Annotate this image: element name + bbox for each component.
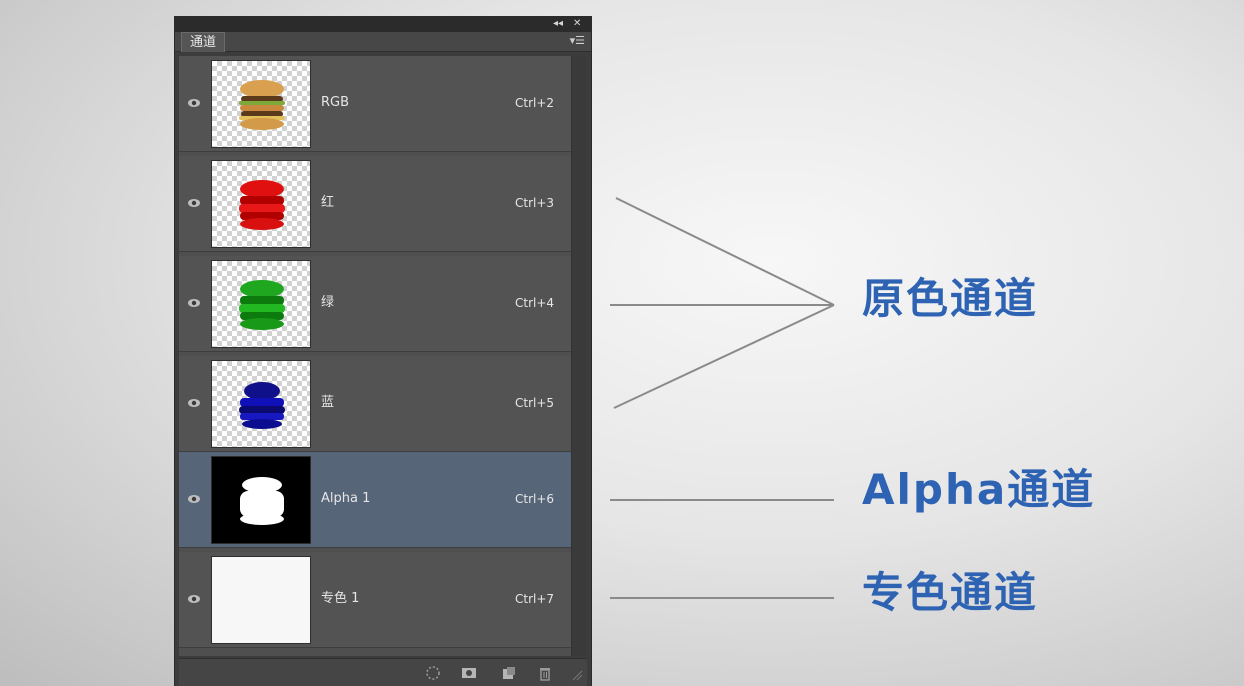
channel-row-alpha[interactable]: Alpha 1 Ctrl+6 [179, 452, 571, 548]
save-selection-icon[interactable] [461, 665, 477, 681]
channel-list: RGB Ctrl+2 红 Ctrl+3 绿 Ctrl+4 蓝 Ctrl+5 Al… [179, 56, 571, 656]
burger-image [239, 80, 285, 130]
load-selection-icon[interactable] [425, 665, 441, 681]
annotation-alpha-channel: Alpha通道 [862, 465, 1096, 514]
annotation-primary-channels: 原色通道 [862, 274, 1039, 323]
new-channel-icon[interactable] [501, 665, 517, 681]
channel-list-scrollbar[interactable] [571, 56, 585, 656]
channel-row-green[interactable]: 绿 Ctrl+4 [179, 256, 571, 352]
annotation-spot-channel: 专色通道 [862, 568, 1039, 617]
channel-row-spot[interactable]: 专色 1 Ctrl+7 [179, 552, 571, 648]
eye-icon[interactable] [187, 396, 201, 410]
eye-icon[interactable] [187, 196, 201, 210]
burger-blue-image [239, 382, 285, 429]
channel-shortcut: Ctrl+2 [515, 96, 555, 110]
channel-name: 绿 [321, 295, 335, 310]
channel-thumbnail-spot [211, 556, 311, 644]
channel-shortcut: Ctrl+7 [515, 592, 555, 606]
channel-thumbnail-blue [211, 360, 311, 448]
resize-grip-icon[interactable] [571, 669, 583, 681]
channel-name: 红 [321, 195, 335, 210]
channel-row-red[interactable]: 红 Ctrl+3 [179, 156, 571, 252]
double-chevron-left-icon[interactable]: ◂◂ [553, 17, 563, 31]
panel-footer [179, 658, 587, 686]
channel-name: Alpha 1 [321, 491, 371, 506]
channels-panel: ◂◂ ✕ 通道 ▾☰ RGB Ctrl+2 红 Ctrl+3 绿 Ctrl+4 … [174, 16, 592, 686]
channel-thumbnail-alpha [211, 456, 311, 544]
panel-tab-bar: 通道 ▾☰ [175, 32, 591, 52]
panel-menu-icon[interactable]: ▾☰ [570, 34, 585, 48]
channel-thumbnail-green [211, 260, 311, 348]
channel-name: 专色 1 [321, 591, 360, 606]
channel-shortcut: Ctrl+6 [515, 492, 555, 506]
channel-thumbnail-rgb [211, 60, 311, 148]
burger-mask-image [240, 477, 284, 525]
eye-icon[interactable] [187, 296, 201, 310]
channel-shortcut: Ctrl+4 [515, 296, 555, 310]
channel-name: RGB [321, 95, 350, 110]
burger-green-image [239, 280, 285, 330]
eye-icon[interactable] [187, 592, 201, 606]
panel-title-strip: ◂◂ ✕ [175, 16, 591, 32]
delete-channel-icon[interactable] [537, 665, 553, 681]
channel-thumbnail-red [211, 160, 311, 248]
eye-icon[interactable] [187, 96, 201, 110]
tab-channels[interactable]: 通道 [181, 32, 225, 52]
close-icon[interactable]: ✕ [573, 17, 581, 31]
eye-icon[interactable] [187, 492, 201, 506]
annotation-lines [610, 197, 835, 599]
burger-red-image [239, 180, 285, 230]
channel-shortcut: Ctrl+5 [515, 396, 555, 410]
channel-row-blue[interactable]: 蓝 Ctrl+5 [179, 356, 571, 452]
channel-name: 蓝 [321, 395, 335, 410]
channel-row-rgb[interactable]: RGB Ctrl+2 [179, 56, 571, 152]
channel-shortcut: Ctrl+3 [515, 196, 555, 210]
